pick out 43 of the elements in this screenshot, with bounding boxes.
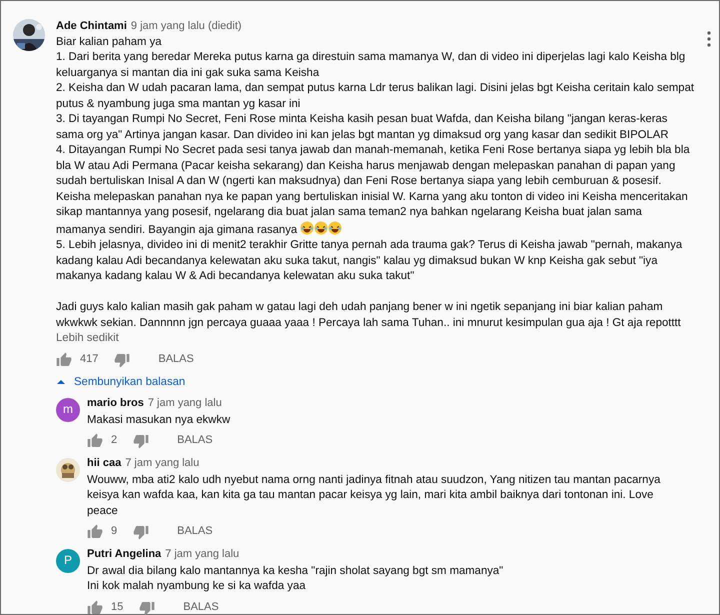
- comment-paragraph: 4. Ditayangan Rumpi No Secret pada sesi tanya jawab dan manah-memanah, ketika Feni Rose bertanya siapa yg lebih bla bla bla W atau Adi Permana (Pacar keisha sekarang) dan Keisha harus menjawab dengan melepaskan panahan di papan yang sudah bertuliskan Inisal A dan W (ngerti kan maksudnya) dan Feni Rose bertanya siapa yang lebih cemburuan & posesif. Keisha melepaskan panahan nya ke papan yang bertuliskan inisial W. Karna yang aku tonton di video ini Keisha menceritakan sikap mantannya yang posesif, ngelarang dia buat jalan sama teman2 nya bahkan ngelarang Keisha buat jalan sama mamanya sendiri. Bayangin aja gimana rasanya: [56, 143, 691, 238]
- reply-text: Dr awal dia bilang kalo mantannya ka kesha "rajin sholat sayang bgt sm mamanya": [87, 564, 504, 578]
- author-name[interactable]: hii caa: [87, 456, 122, 472]
- author-name[interactable]: Putri Angelina: [87, 547, 162, 562]
- like-count: 15: [111, 600, 124, 615]
- comment-paragraph: 2. Keisha dan W udah pacaran lama, dan sempat putus karna Ldr terus balikan lagi. Disini jelas bgt Keisha ceritain kalo sempat putus & nyambung juga sma mantan yg kasar ini: [56, 81, 694, 112]
- avatar: P: [56, 549, 80, 573]
- comment-time[interactable]: 7 jam yang lalu: [148, 396, 222, 412]
- reply-button[interactable]: BALAS: [183, 600, 219, 615]
- comment-time[interactable]: 9 jam yang lalu (diedit): [130, 19, 242, 34]
- comment-paragraph: Biar kalian paham ya: [56, 34, 162, 50]
- more-menu-icon[interactable]: [707, 31, 711, 48]
- like-count: 2: [111, 433, 118, 448]
- comment-paragraph: 5. Lebih jelasnya, divideo ini di menit2 terakhir Gritte tanya pernah ada trauma gak? Terus di Keisha jawab "pernah, makanya kadang kalau Adi becandanya kelewatan aku suka takut, nangis" kalau yg dimaksud bukan W knp Keisha gak sebut "iya makanya kadang kalau W & Adi becandanya kelewatan aku suka takut": [56, 238, 684, 284]
- show-less-link[interactable]: Lebih sedikit: [56, 331, 119, 346]
- comment-time[interactable]: 7 jam yang lalu: [125, 456, 200, 472]
- dislike-button[interactable]: [114, 352, 130, 368]
- dislike-button[interactable]: [139, 600, 156, 615]
- comment-paragraph: Jadi guys kalo kalian masih gak paham w gatau lagi deh udah panjang bener w ini ngetik sepanjang ini biar kalian paham wkwkwk sekian. Dannnnn jgn percaya guaaa yaaa ! Percaya lah sama Tuhan.. ini mnurut kesimpulan gua aja ! Gt aja repotttt: [56, 300, 682, 330]
- laughing-emoji-icon: [300, 220, 314, 234]
- laughing-emoji-icon: [328, 220, 342, 234]
- like-button[interactable]: [87, 433, 103, 449]
- hide-replies-toggle[interactable]: Sembunyikan balasan: [56, 374, 186, 390]
- like-count: 417: [80, 352, 98, 367]
- reply-text: Wouww, mba ati2 kalo udh nyebut nama orng nanti jadinya fitnah atau suudzon, Yang nitizen tau mantan pacarnya keisya kan wafda kaa, kan kita ga tau mantan pacar keisya yg lain, mari kita ambil baiknya dari tontonan ini. Love peace: [87, 472, 662, 518]
- reply-button[interactable]: BALAS: [177, 524, 213, 540]
- dislike-button[interactable]: [133, 524, 150, 540]
- like-button[interactable]: [56, 352, 72, 368]
- reply-button[interactable]: BALAS: [177, 433, 213, 449]
- like-count: 9: [111, 524, 118, 540]
- comment-paragraph: 1. Dari berita yang beredar Mereka putus karna ga direstuin sama mamanya W, dan di video ini diperjelas lagi kalo Keisha blg keluarganya si mantan dia ini gak suka sama Keisha: [56, 50, 686, 80]
- reply-text: Makasi masukan nya ekwkw: [87, 412, 232, 428]
- like-button[interactable]: [87, 524, 103, 540]
- avatar: m: [56, 398, 80, 422]
- comment-time[interactable]: 7 jam yang lalu: [165, 547, 240, 562]
- comment-paragraph: 3. Di tayangan Rumpi No Secret, Feni Rose minta Keisha kasih pesan buat Wafda, dan Keisha bilang "jangan keras-keras sama org ya" Artinya jangan kasar. Dan divideo ini kan jelas bgt mantan yg dimaksud org yang kasar dan sedikit BIPOLAR: [56, 112, 670, 142]
- laughing-emoji-icon: [314, 220, 328, 234]
- like-button[interactable]: [87, 600, 103, 615]
- author-name[interactable]: Ade Chintami: [56, 19, 127, 34]
- reply-button[interactable]: BALAS: [158, 352, 194, 368]
- author-name[interactable]: mario bros: [87, 396, 144, 412]
- reply-text: Ini kok malah nyambung ke si ka wafda yaa: [87, 579, 307, 594]
- dislike-button[interactable]: [133, 433, 150, 449]
